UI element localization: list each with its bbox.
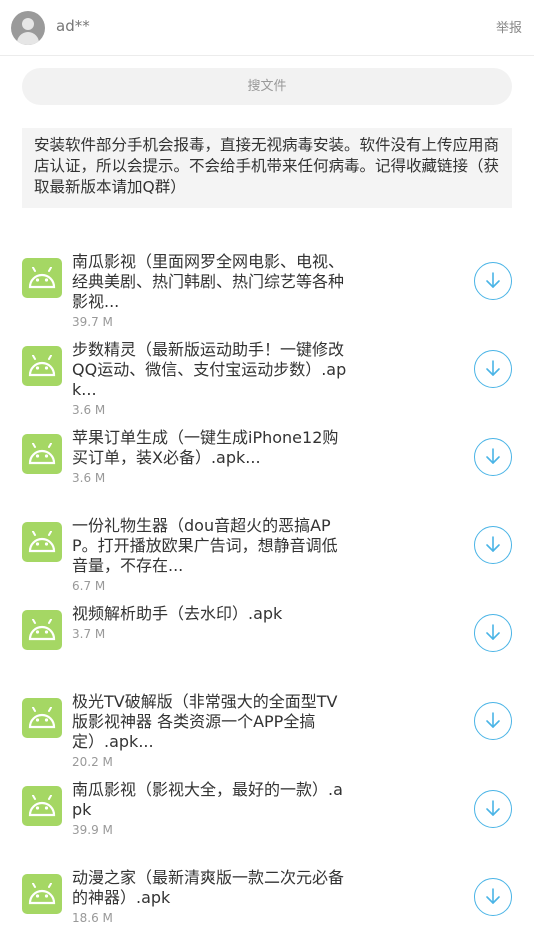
download-button[interactable] — [474, 438, 512, 476]
file-size: 3.6 M — [72, 403, 106, 417]
download-button[interactable] — [474, 614, 512, 652]
file-size: 6.7 M — [72, 579, 106, 593]
android-icon — [22, 786, 62, 826]
file-size: 20.2 M — [72, 755, 113, 769]
file-name: 南瓜影视（里面网罗全网电影、电视、经典美剧、热门韩剧、热门综艺等各种影视... — [72, 252, 345, 311]
download-button[interactable] — [474, 350, 512, 388]
android-icon — [22, 258, 62, 298]
top-bar: ad** 举报 — [0, 0, 534, 56]
file-name: 极光TV破解版（非常强大的全面型TV版影视神器 各类资源一个APP全搞定）.ap… — [72, 692, 338, 751]
file-size: 3.6 M — [72, 471, 106, 485]
search-input[interactable]: 搜文件 — [22, 68, 512, 105]
report-button[interactable]: 举报 — [496, 17, 522, 36]
file-list-item[interactable]: 南瓜影视（里面网罗全网电影、电视、经典美剧、热门韩剧、热门综艺等各种影视... 3… — [0, 252, 534, 332]
file-name: 步数精灵（最新版运动助手！一键修改QQ运动、微信、支付宝运动步数）.apk... — [72, 340, 347, 399]
android-icon — [22, 610, 62, 650]
file-name: 一份礼物生器（dou音超火的恶搞APP。打开播放欧果广告词，想静音调低音量，不存… — [72, 516, 338, 575]
file-name: 苹果订单生成（一键生成iPhone12购买订单，装X必备）.apk... — [72, 428, 339, 467]
avatar[interactable] — [11, 11, 45, 45]
download-button[interactable] — [474, 790, 512, 828]
file-list-item[interactable]: 视频解析助手（去水印）.apk 3.7 M — [0, 604, 534, 684]
file-name: 视频解析助手（去水印）.apk — [72, 604, 283, 623]
android-icon — [22, 698, 62, 738]
file-name: 动漫之家（最新清爽版一款二次元必备的神器）.apk — [72, 868, 345, 907]
download-button[interactable] — [474, 262, 512, 300]
file-list-item[interactable]: 一份礼物生器（dou音超火的恶搞APP。打开播放欧果广告词，想静音调低音量，不存… — [0, 516, 534, 596]
file-list-item[interactable]: 极光TV破解版（非常强大的全面型TV版影视神器 各类资源一个APP全搞定）.ap… — [0, 692, 534, 772]
username: ad** — [56, 17, 90, 35]
download-button[interactable] — [474, 878, 512, 916]
notice-box: 安装软件部分手机会报毒，直接无视病毒安装。软件没有上传应用商店认证，所以会提示。… — [22, 128, 512, 208]
download-button[interactable] — [474, 526, 512, 564]
file-name: 南瓜影视（影视大全，最好的一款）.apk — [72, 780, 343, 819]
android-icon — [22, 522, 62, 562]
file-list-item[interactable]: 苹果订单生成（一键生成iPhone12购买订单，装X必备）.apk... 3.6 … — [0, 428, 534, 508]
android-icon — [22, 434, 62, 474]
file-list-item[interactable]: 步数精灵（最新版运动助手！一键修改QQ运动、微信、支付宝运动步数）.apk...… — [0, 340, 534, 420]
file-size: 18.6 M — [72, 911, 113, 925]
android-icon — [22, 874, 62, 914]
file-size: 39.7 M — [72, 315, 113, 329]
file-list-item[interactable]: 动漫之家（最新清爽版一款二次元必备的神器）.apk 18.6 M — [0, 868, 534, 948]
android-icon — [22, 346, 62, 386]
file-size: 39.9 M — [72, 823, 113, 837]
download-button[interactable] — [474, 702, 512, 740]
file-list-item[interactable]: 南瓜影视（影视大全，最好的一款）.apk 39.9 M — [0, 780, 534, 860]
file-size: 3.7 M — [72, 627, 106, 641]
